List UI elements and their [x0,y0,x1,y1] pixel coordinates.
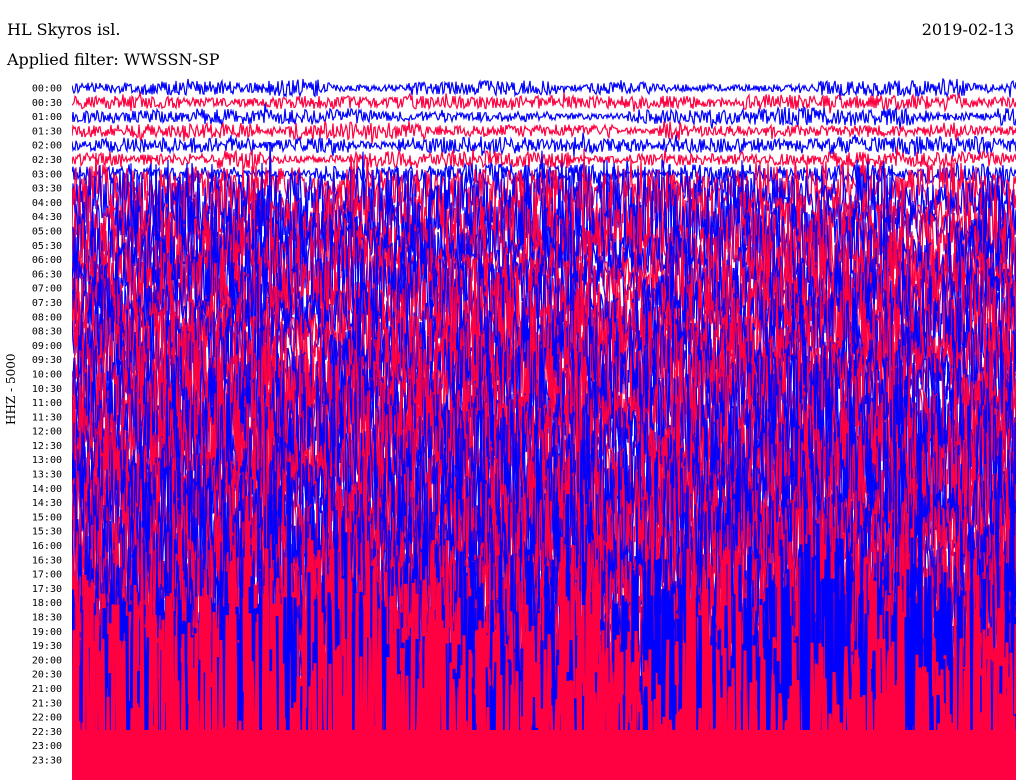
time-tick-label: 15:30 [32,527,62,538]
time-tick-label: 11:00 [32,398,62,409]
time-tick-label: 08:30 [32,327,62,338]
y-axis-label: HHZ - 5000 [4,353,18,426]
time-tick-label: 23:00 [32,741,62,752]
time-tick-label: 18:00 [32,598,62,609]
time-tick-label: 09:00 [32,341,62,352]
time-tick-label: 03:00 [32,169,62,180]
trace-row-0000 [72,78,1016,100]
time-tick-label: 01:00 [32,112,62,123]
time-tick-label: 04:30 [32,212,62,223]
time-tick-label: 13:30 [32,470,62,481]
time-tick-label: 16:00 [32,541,62,552]
time-tick-label: 17:30 [32,584,62,595]
time-tick-label: 21:00 [32,684,62,695]
time-tick-label: 20:30 [32,670,62,681]
time-tick-label: 14:00 [32,484,62,495]
trace-row-0030 [72,91,1016,114]
time-tick-label: 00:00 [32,84,62,95]
time-tick-label: 23:30 [32,756,62,767]
time-tick-label: 18:30 [32,613,62,624]
time-tick-label: 10:00 [32,369,62,380]
time-tick-label: 07:00 [32,284,62,295]
saturated-trace-band [72,730,1016,780]
time-tick-label: 03:30 [32,184,62,195]
time-tick-label: 09:30 [32,355,62,366]
time-tick-label: 22:30 [32,727,62,738]
time-tick-label: 15:00 [32,512,62,523]
time-tick-label: 16:30 [32,555,62,566]
filter-label: Applied filter: WWSSN-SP [7,50,220,69]
time-tick-label: 17:00 [32,570,62,581]
time-tick-label: 01:30 [32,126,62,137]
time-tick-label: 21:30 [32,698,62,709]
time-tick-label: 05:00 [32,226,62,237]
time-tick-label: 13:00 [32,455,62,466]
time-tick-label: 22:00 [32,713,62,724]
time-tick-label: 04:00 [32,198,62,209]
time-tick-label: 07:30 [32,298,62,309]
date-label: 2019-02-13 [921,20,1014,39]
time-tick-label: 08:00 [32,312,62,323]
time-tick-label: 02:00 [32,141,62,152]
trace-row-0200 [72,132,1016,157]
helicorder-plot: 00:00 00:30 01:00 01:30 02:00 02:30 03:00 03:30… [32,78,1016,780]
time-tick-label: 00:30 [32,98,62,109]
time-tick-label: 05:30 [32,241,62,252]
time-tick-label: 11:30 [32,412,62,423]
time-tick-label: 20:00 [32,655,62,666]
time-tick-label: 19:00 [32,627,62,638]
time-tick-label: 12:00 [32,427,62,438]
time-tick-label: 06:30 [32,269,62,280]
time-tick-label: 14:30 [32,498,62,509]
time-tick-label: 06:00 [32,255,62,266]
time-tick-label: 10:30 [32,384,62,395]
time-tick-label: 02:30 [32,155,62,166]
station-title: HL Skyros isl. [7,20,121,39]
time-tick-label: 12:30 [32,441,62,452]
time-tick-label: 19:30 [32,641,62,652]
